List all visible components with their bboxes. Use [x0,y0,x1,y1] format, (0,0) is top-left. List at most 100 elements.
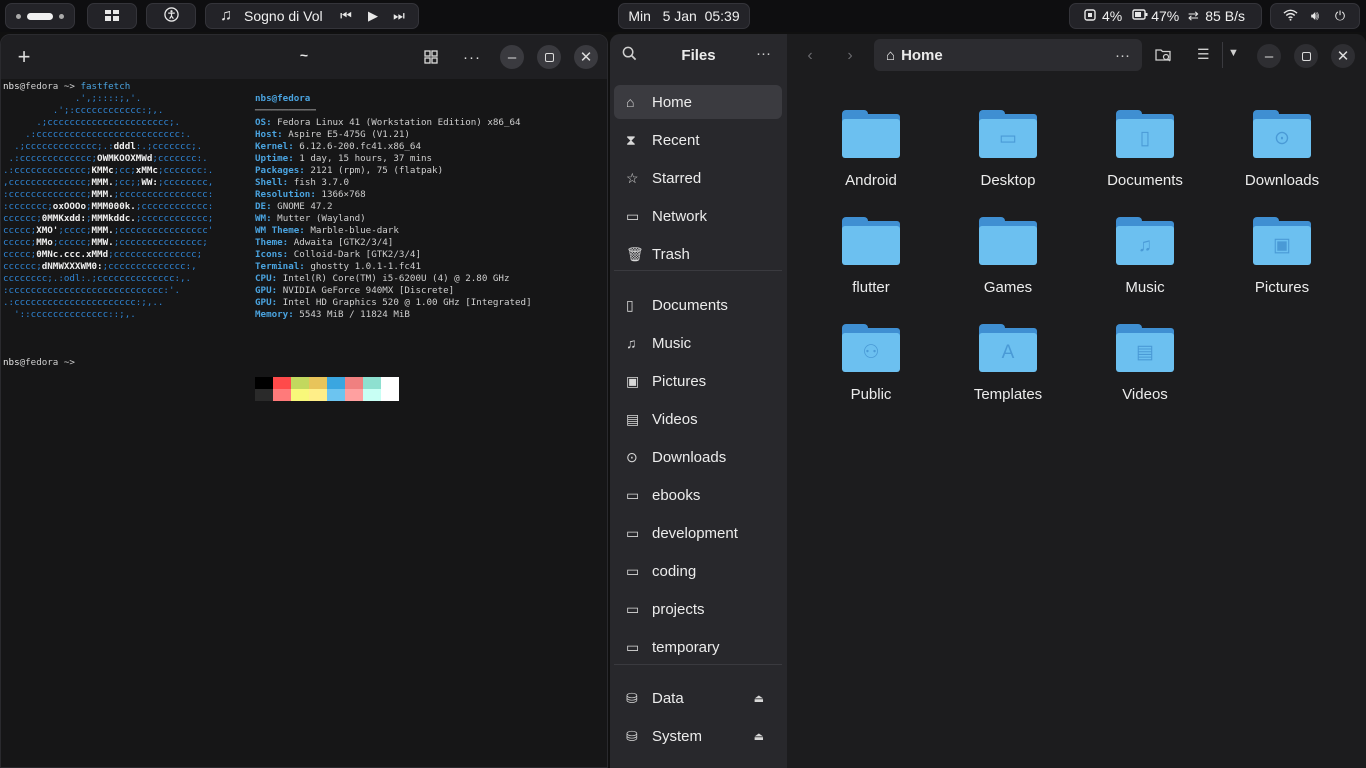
logo-line: ccccc;MMo;ccccc;MMW.;ccccccccccccccc; [3,237,208,248]
search-location-button[interactable] [1155,47,1173,68]
folder-item[interactable]: Android [806,110,936,210]
recent-icon: ⧗ [626,131,636,148]
logo-line: ,cccccccccccccc;MMM.;cc;;WW:;cccccccc, [3,177,214,188]
power-icon: ⏻ [1334,8,1346,23]
view-options-button[interactable]: ▼ [1228,47,1239,59]
next-track-icon[interactable]: ⏭ [391,8,407,24]
logo-line: cccccccc;.:odl:.;cccccccccccccc:,. [3,273,192,284]
menu-button[interactable]: ··· [460,45,484,69]
network-transfer-icon: ⇄ [1187,8,1199,23]
back-button[interactable]: ‹ [798,44,822,68]
folder-item[interactable]: ♫ Music [1080,217,1210,317]
sidebar-item-documents[interactable]: ▯ Documents [614,288,782,322]
media-player[interactable]: ♫ Sogno di Vol ⏮ ▶ ⏭ [205,3,419,29]
path-bar[interactable]: ⌂ Home ··· [874,39,1142,71]
color-swatch [327,389,345,401]
eject-icon[interactable]: ⏏ [754,730,764,743]
sidebar-item-system[interactable]: ⛁ System ⏏ [614,719,782,753]
folder-item[interactable]: ⚇ Public [806,324,936,424]
info-row: Memory: 5543 MiB / 11824 MiB [255,309,410,320]
clock[interactable]: Min 5 Jan 05:39 [618,3,750,29]
music-icon: ♫ [626,335,637,351]
sidebar-item-data[interactable]: ⛁ Data ⏏ [614,681,782,715]
maximize-button[interactable] [537,45,561,69]
sidebar-menu-button[interactable]: ··· [756,45,771,62]
star-icon: ☆ [626,169,639,186]
sidebar-item-pictures[interactable]: ▣ Pictures [614,364,782,398]
workspaces-indicator[interactable] [5,3,75,29]
terminal-headerbar[interactable]: + ~ ··· – ✕ [1,35,607,79]
minimize-button[interactable]: – [500,45,524,69]
path-home[interactable]: Home [901,47,943,64]
sidebar-item-trash[interactable]: 🗑 Trash [614,237,782,271]
maximize-icon [1301,51,1311,61]
battery-icon [1132,8,1148,24]
folder-icon: ▭ [626,562,640,579]
info-row: WM: Mutter (Wayland) [255,213,366,224]
logo-line: .;cccccccccccccccccccccc;. [3,117,181,128]
sidebar-item-label: temporary [652,638,720,656]
play-icon[interactable]: ▶ [365,8,381,24]
workspace-active[interactable] [27,12,53,20]
files-window[interactable]: Files ··· ⌂ Home ⧗ Recent ☆ Starred ▭ Network 🗑 T… [610,34,1366,768]
files-sidebar: Files ··· ⌂ Home ⧗ Recent ☆ Starred ▭ Network 🗑 T… [610,34,787,768]
logo-line: :ccccccc;oxOOOo;MMM000k.;cccccccccccc: [3,201,214,212]
sidebar-item-label: Home [652,93,693,111]
battery-value: 47% [1151,8,1180,24]
files-content[interactable]: ‹ › ⌂ Home ··· ☰ ▼ – ✕ Android ▭ Desktop ▯ D… [787,34,1366,768]
prev-track-icon[interactable]: ⏮ [338,8,354,24]
eject-icon[interactable]: ⏏ [754,692,764,705]
folder-item[interactable]: ▭ Desktop [943,110,1073,210]
close-button[interactable]: ✕ [574,45,598,69]
folder-item[interactable]: ▤ Videos [1080,324,1210,424]
folder-item[interactable]: flutter [806,217,936,317]
sidebar-item-videos[interactable]: ▤ Videos [614,402,782,436]
folder-item[interactable]: ⊙ Downloads [1217,110,1347,210]
sidebar-item-home[interactable]: ⌂ Home [614,85,782,119]
system-monitor[interactable]: 4% 47% ⇄ 85 B/s [1069,3,1262,29]
sidebar-item-coding[interactable]: ▭ coding [614,554,782,588]
quick-settings[interactable]: 🔊︎ ⏻ [1270,3,1360,29]
workspace-dot[interactable] [59,13,64,19]
folder-item[interactable]: ▣ Pictures [1217,217,1347,317]
color-swatch [363,377,381,389]
sidebar-item-temporary[interactable]: ▭ temporary [614,630,782,664]
maximize-button[interactable] [1294,44,1318,68]
apps-grid-button[interactable] [87,3,137,29]
close-button[interactable]: ✕ [1331,44,1355,68]
sidebar-item-music[interactable]: ♫ Music [614,326,782,360]
divider [1222,42,1223,68]
forward-button[interactable]: › [838,44,862,68]
tab-overview-button[interactable] [419,45,443,69]
new-tab-button[interactable]: + [12,44,36,69]
minimize-button[interactable]: – [1257,44,1281,68]
folder-name: flutter [852,279,890,296]
sidebar-item-label: Recent [652,131,700,149]
folder-emblem: ▭ [999,128,1017,149]
accessibility-button[interactable] [146,3,196,29]
tab-overview-icon [424,50,438,64]
sidebar-item-recent[interactable]: ⧗ Recent [614,123,782,157]
folder-name: Pictures [1254,279,1310,296]
logo-line: ccccc;0MNc.ccc.xMMd;ccccccccccccccc; [3,249,203,260]
path-menu-button[interactable]: ··· [1115,47,1130,64]
folder-name: Templates [973,386,1043,403]
sidebar-item-network[interactable]: ▭ Network [614,199,782,233]
pictures-icon: ▣ [626,372,640,389]
view-list-button[interactable]: ☰ [1197,46,1210,63]
chevron-down-icon: ▼ [1228,47,1239,59]
folder-emblem: ♫ [1137,234,1153,256]
terminal-window[interactable]: + ~ ··· – ✕ nbs@fedora ~> fastfetch .',;… [0,34,608,768]
sidebar-item-development[interactable]: ▭ development [614,516,782,550]
sidebar-item-starred[interactable]: ☆ Starred [614,161,782,195]
folder-item[interactable]: ▯ Documents [1080,110,1210,210]
folder-icon: ▭ [979,110,1037,158]
minimize-icon: – [507,48,517,66]
workspace-dot[interactable] [16,13,21,19]
color-swatch [363,389,381,401]
sidebar-item-projects[interactable]: ▭ projects [614,592,782,626]
folder-item[interactable]: Games [943,217,1073,317]
folder-item[interactable]: A Templates [943,324,1073,424]
sidebar-item-downloads[interactable]: ⊙ Downloads [614,440,782,474]
sidebar-item-ebooks[interactable]: ▭ ebooks [614,478,782,512]
